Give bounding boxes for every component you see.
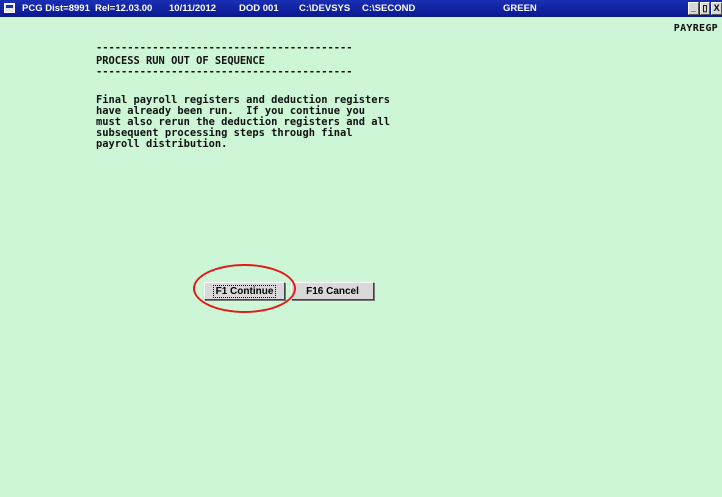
message-line: payroll distribution. [96, 138, 228, 150]
heading-rule-top: ----------------------------------------… [96, 42, 353, 54]
cancel-button-label: F16 Cancel [306, 285, 359, 297]
title-dod: DOD 001 [239, 3, 279, 14]
title-path1: C:\DEVSYS [299, 3, 351, 14]
title-date: 10/11/2012 [169, 3, 217, 14]
title-dist: PCG Dist=8991 [22, 3, 90, 14]
cancel-button[interactable]: F16 Cancel [291, 282, 374, 300]
app-icon[interactable] [4, 3, 15, 13]
title-path2: C:\SECOND [362, 3, 416, 14]
highlight-circle [193, 264, 296, 313]
window-controls: _ ▯ X [688, 2, 722, 15]
close-icon[interactable]: X [711, 2, 722, 15]
minimize-icon[interactable]: _ [688, 2, 699, 15]
title-bar: PCG Dist=8991 Rel=12.03.00 10/11/2012 DO… [0, 0, 722, 17]
restore-icon[interactable]: ▯ [699, 2, 711, 15]
heading-rule-bottom: ----------------------------------------… [96, 66, 353, 78]
title-theme: GREEN [503, 3, 537, 14]
title-rel: Rel=12.03.00 [95, 3, 153, 14]
app-window: PCG Dist=8991 Rel=12.03.00 10/11/2012 DO… [0, 0, 722, 497]
screen-id: PAYREGP [673, 23, 718, 34]
